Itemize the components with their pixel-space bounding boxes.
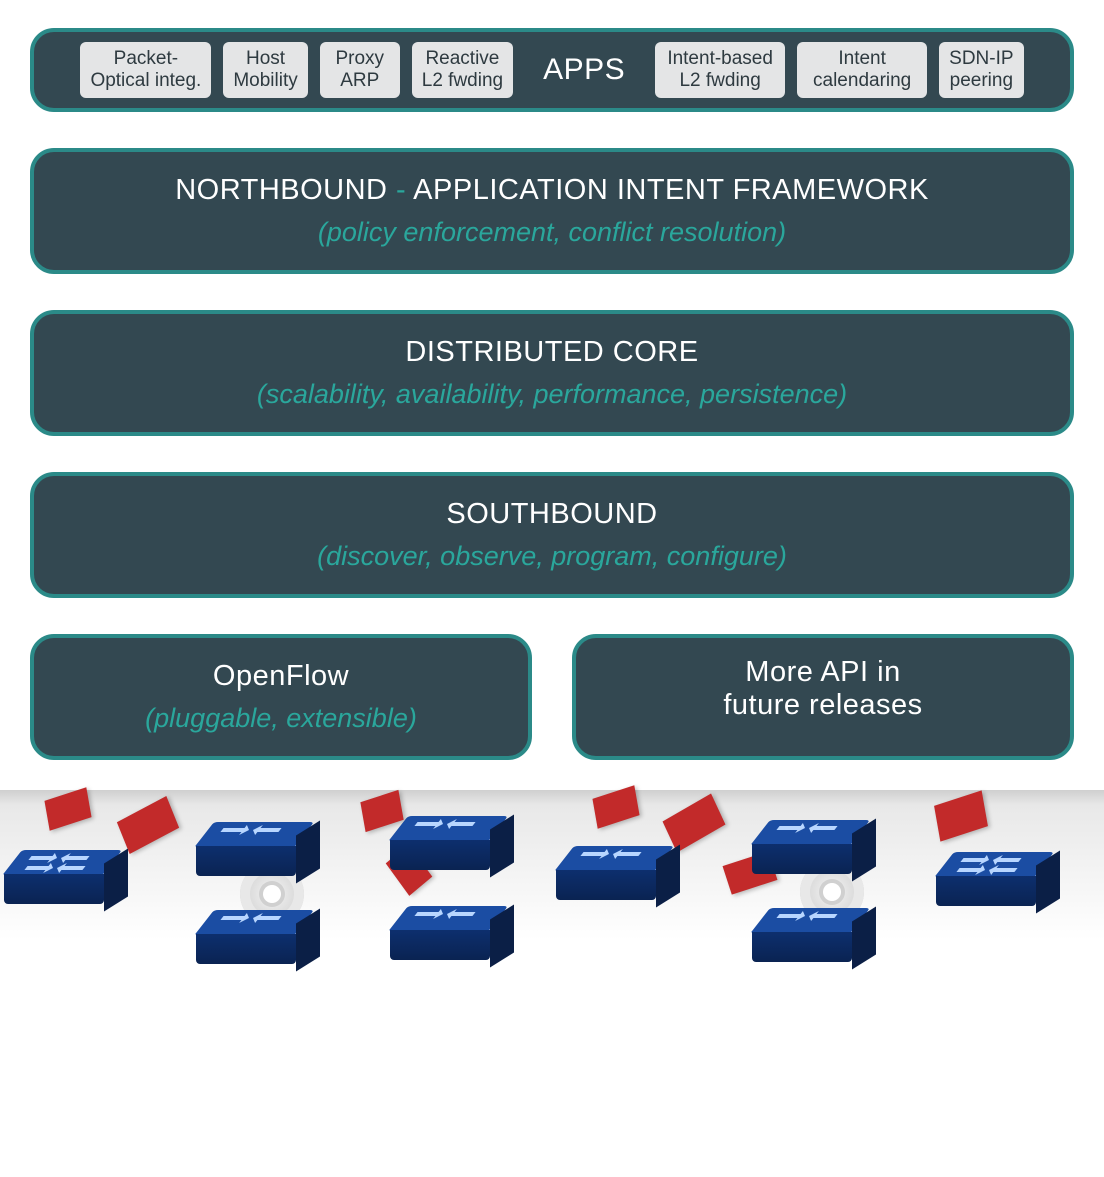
future-api-layer: More API in future releases <box>572 634 1074 760</box>
switch-icon <box>574 846 674 926</box>
flag-icon <box>117 796 179 854</box>
chip-line: Proxy <box>330 48 390 70</box>
devices-strip <box>0 790 1104 1040</box>
chip-line: Mobility <box>233 70 297 92</box>
switch-icon <box>214 822 314 902</box>
chip-line: L2 fwding <box>422 70 503 92</box>
future-l1: More API in <box>596 656 1050 689</box>
openflow-sub: (pluggable, extensible) <box>54 703 508 734</box>
southbound-sub: (discover, observe, program, configure) <box>54 541 1050 572</box>
core-title: DISTRIBUTED CORE <box>54 336 1050 369</box>
flag-icon <box>44 787 91 830</box>
chip-line: peering <box>949 70 1013 92</box>
switch-icon <box>954 852 1054 932</box>
flag-icon <box>934 790 988 841</box>
openflow-layer: OpenFlow (pluggable, extensible) <box>30 634 532 760</box>
chip-line: Optical integ. <box>90 70 201 92</box>
southbound-layer: SOUTHBOUND (discover, observe, program, … <box>30 472 1074 598</box>
northbound-layer: NORTHBOUND - APPLICATION INTENT FRAMEWOR… <box>30 148 1074 274</box>
app-chip-proxy-arp: Proxy ARP <box>320 42 400 98</box>
openflow-title: OpenFlow <box>54 660 508 693</box>
core-layer: DISTRIBUTED CORE (scalability, availabil… <box>30 310 1074 436</box>
app-chip-intent-l2: Intent-based L2 fwding <box>655 42 785 98</box>
nb-title-a: NORTHBOUND <box>175 174 387 206</box>
apps-title: APPS <box>525 53 643 87</box>
app-chip-sdn-ip: SDN-IP peering <box>939 42 1023 98</box>
app-chip-host-mobility: Host Mobility <box>223 42 307 98</box>
chip-line: SDN-IP <box>949 48 1013 70</box>
switch-icon <box>408 816 508 896</box>
switch-icon <box>22 850 122 930</box>
switch-icon <box>770 908 870 988</box>
app-chip-intent-calendaring: Intent calendaring <box>797 42 927 98</box>
chip-line: calendaring <box>807 70 917 92</box>
flag-icon <box>592 785 639 828</box>
chip-line: Intent <box>807 48 917 70</box>
protocols-row: OpenFlow (pluggable, extensible) More AP… <box>30 634 1074 760</box>
flag-icon <box>360 790 403 832</box>
switch-icon <box>214 910 314 990</box>
switch-icon <box>770 820 870 900</box>
future-l2: future releases <box>596 689 1050 722</box>
chip-line: Packet- <box>90 48 201 70</box>
chip-line: L2 fwding <box>665 70 775 92</box>
architecture-stack: Packet- Optical integ. Host Mobility Pro… <box>0 0 1104 790</box>
northbound-sub: (policy enforcement, conflict resolution… <box>54 217 1050 248</box>
chip-line: ARP <box>330 70 390 92</box>
app-chip-packet-optical: Packet- Optical integ. <box>80 42 211 98</box>
chip-line: Host <box>233 48 297 70</box>
switch-icon <box>408 906 508 986</box>
flag-icon <box>663 794 726 853</box>
northbound-title: NORTHBOUND - APPLICATION INTENT FRAMEWOR… <box>54 174 1050 207</box>
nb-sep: - <box>388 174 414 206</box>
chip-line: Intent-based <box>665 48 775 70</box>
nb-title-b: APPLICATION INTENT FRAMEWORK <box>413 174 929 206</box>
chip-line: Reactive <box>422 48 503 70</box>
apps-layer: Packet- Optical integ. Host Mobility Pro… <box>30 28 1074 112</box>
app-chip-reactive-l2: Reactive L2 fwding <box>412 42 513 98</box>
southbound-title: SOUTHBOUND <box>54 498 1050 531</box>
core-sub: (scalability, availability, performance,… <box>54 379 1050 410</box>
